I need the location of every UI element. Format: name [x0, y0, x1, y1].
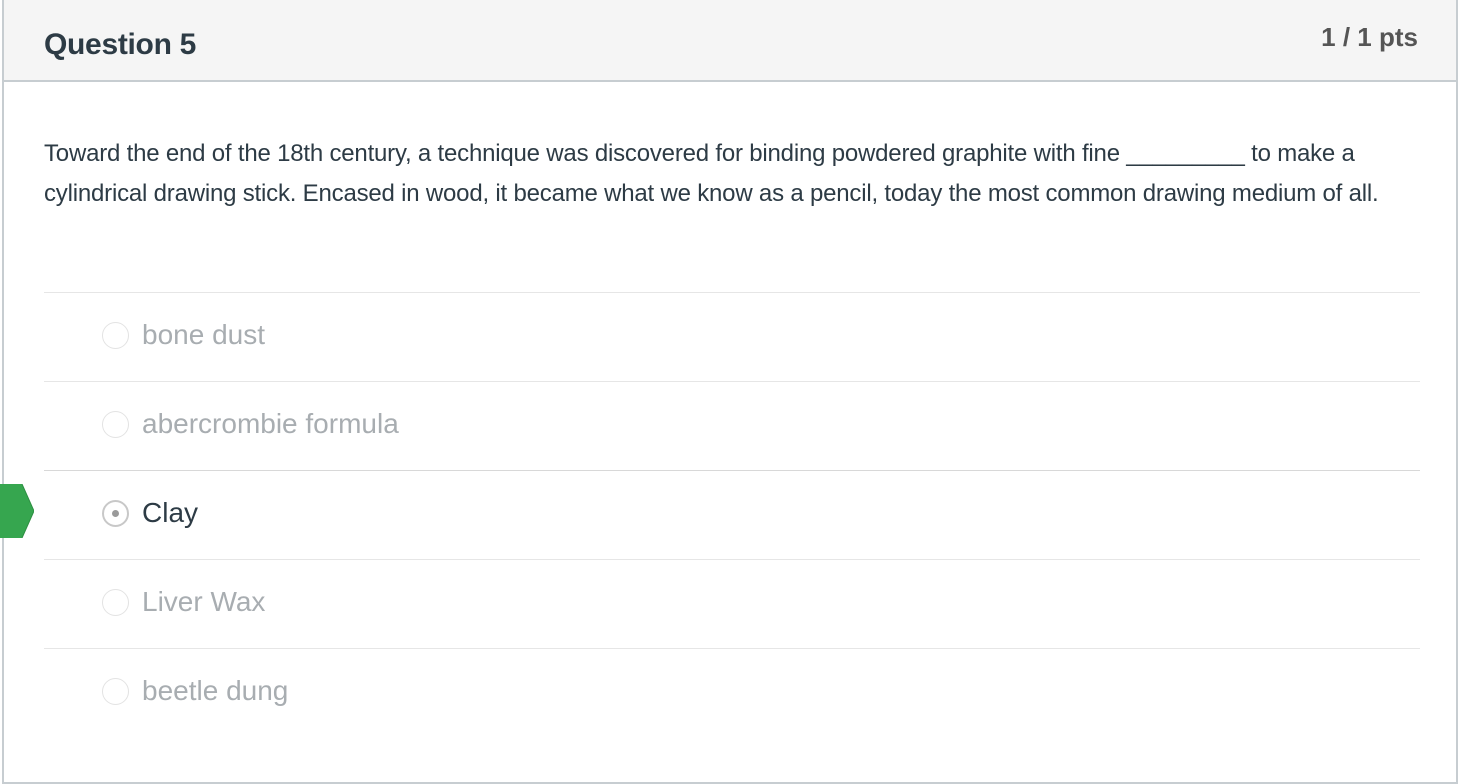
radio-button[interactable]: [102, 589, 129, 616]
answer-option-selected[interactable]: Clay: [44, 470, 1420, 559]
answer-option[interactable]: beetle dung: [44, 648, 1420, 737]
question-header: Question 5 1 / 1 pts: [4, 0, 1456, 82]
answer-list: bone dust abercrombie formula Clay Liver…: [44, 292, 1420, 737]
answer-option[interactable]: Liver Wax: [44, 559, 1420, 648]
answer-label: abercrombie formula: [142, 408, 399, 439]
question-title: Question 5: [44, 28, 197, 61]
radio-button[interactable]: [102, 678, 129, 705]
answer-label: Liver Wax: [142, 586, 266, 617]
question-text: Toward the end of the 18th century, a te…: [44, 140, 1379, 207]
answer-option[interactable]: bone dust: [44, 292, 1420, 381]
question-card: Question 5 1 / 1 pts Toward the end of t…: [2, 0, 1458, 784]
radio-button[interactable]: [102, 322, 129, 349]
correct-answer-arrow-icon: [0, 484, 34, 538]
radio-button-checked[interactable]: [102, 500, 129, 527]
answer-label: Clay: [142, 497, 199, 528]
answer-label: beetle dung: [142, 675, 289, 706]
question-points: 1 / 1 pts: [1321, 22, 1418, 52]
answer-option[interactable]: abercrombie formula: [44, 381, 1420, 470]
answer-label: bone dust: [142, 319, 265, 350]
radio-button[interactable]: [102, 411, 129, 438]
